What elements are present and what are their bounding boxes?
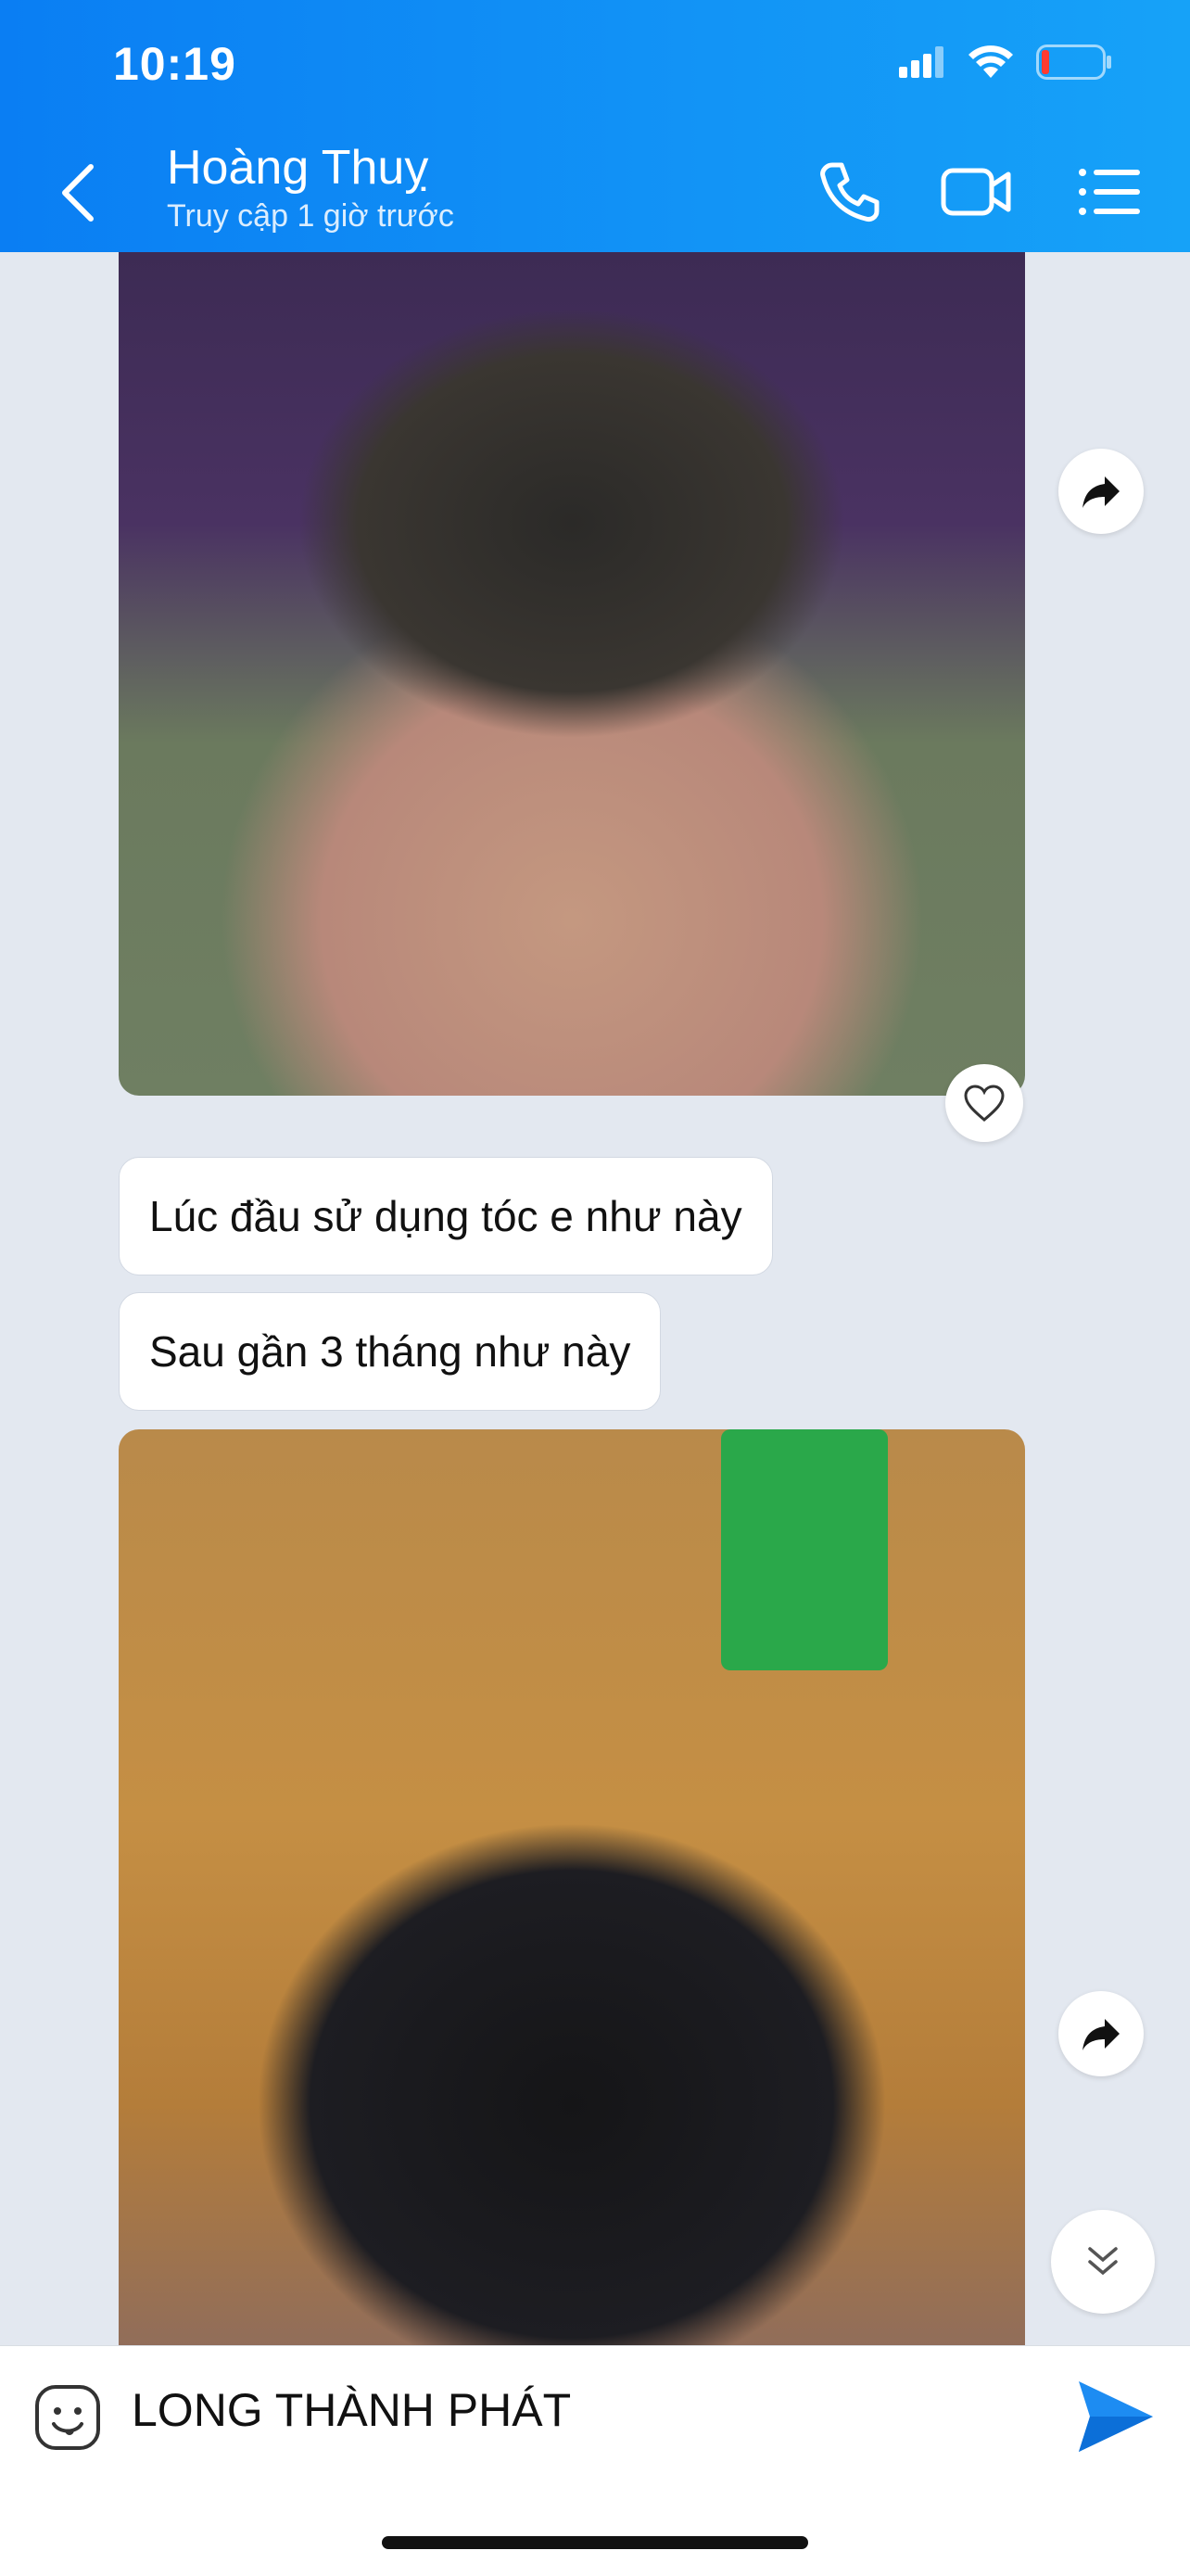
send-icon[interactable] — [1075, 2378, 1157, 2455]
menu-icon[interactable] — [1075, 158, 1144, 226]
status-time: 10:19 — [113, 38, 236, 90]
heart-icon — [964, 1085, 1005, 1122]
forward-button[interactable] — [1058, 449, 1144, 534]
phone-icon[interactable] — [816, 158, 884, 226]
scroll-down-button[interactable] — [1051, 2210, 1155, 2314]
contact-info[interactable]: Hoàng Thuỵ Truy cập 1 giờ trước — [167, 139, 454, 235]
message-bubble[interactable]: Lúc đầu sử dụng tóc e như này — [119, 1157, 773, 1275]
status-icons — [899, 44, 1112, 80]
forward-button[interactable] — [1058, 1991, 1144, 2076]
forward-icon — [1082, 476, 1120, 508]
chevron-double-down-icon — [1088, 2247, 1118, 2276]
react-button[interactable] — [945, 1064, 1023, 1142]
chat-header: 10:19 Hoàng Thuỵ Truy cập 1 giờ trước — [0, 0, 1190, 252]
message-input[interactable]: LONG THÀNH PHÁT — [132, 2383, 571, 2437]
emoji-sticker-icon[interactable] — [33, 2383, 102, 2452]
video-call-icon[interactable] — [940, 158, 1014, 226]
hair-photo-before[interactable] — [119, 252, 1025, 1096]
forward-icon — [1082, 2019, 1120, 2050]
back-icon[interactable] — [52, 156, 108, 230]
message-list[interactable]: Lúc đầu sử dụng tóc e như này Sau gần 3 … — [0, 252, 1190, 2345]
last-seen: Truy cập 1 giờ trước — [167, 198, 454, 234]
contact-name: Hoàng Thuỵ — [167, 141, 429, 195]
wifi-icon — [968, 45, 1013, 78]
battery-icon — [1036, 44, 1111, 80]
hair-photo-after[interactable] — [119, 1429, 1025, 2345]
signal-icon — [899, 46, 943, 78]
home-indicator — [382, 2536, 808, 2549]
message-bubble[interactable]: Sau gần 3 tháng như này — [119, 1292, 662, 1411]
